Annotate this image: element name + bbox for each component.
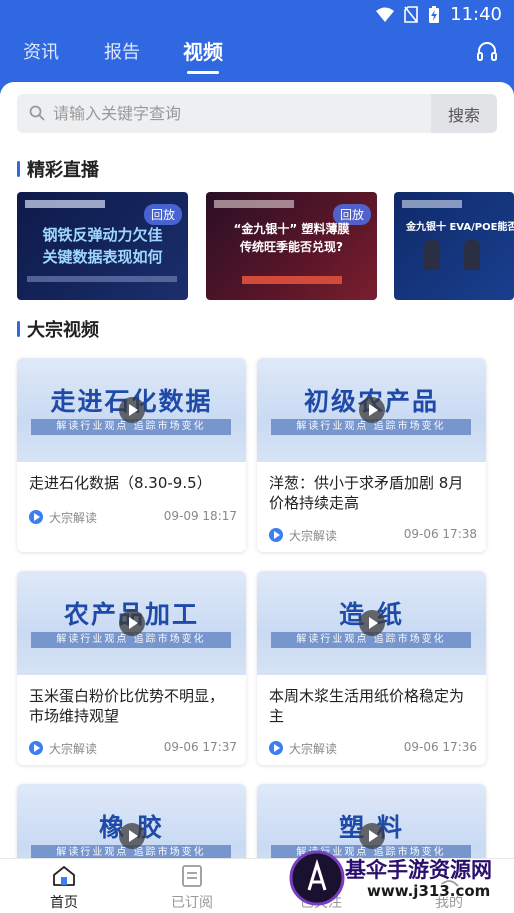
no-sim-icon bbox=[404, 6, 418, 23]
live-card[interactable]: 回放 钢铁反弹动力欠佳 关键数据表现如何 bbox=[17, 192, 188, 300]
video-time: 09-09 18:17 bbox=[163, 509, 237, 523]
section-videos-label: 大宗视频 bbox=[27, 320, 99, 341]
tab-videos[interactable]: 视频 bbox=[183, 36, 223, 65]
search-button[interactable]: 搜索 bbox=[431, 94, 497, 133]
battery-charging-icon bbox=[429, 5, 440, 23]
live-card-footer bbox=[242, 276, 342, 284]
video-source-icon bbox=[29, 741, 43, 755]
video-thumbnail: 橡 胶 解读行业观点 追踪市场变化 bbox=[17, 784, 246, 862]
video-card[interactable]: 造 纸 解读行业观点 追踪市场变化 本周木浆生活用纸价格稳定为主 大宗解读 09… bbox=[257, 571, 486, 765]
search-input[interactable] bbox=[53, 94, 443, 133]
video-source: 大宗解读 bbox=[49, 742, 98, 756]
live-carousel[interactable]: 回放 钢铁反弹动力欠佳 关键数据表现如何 回放 “金九银十” 塑料薄膜 传统旺季… bbox=[17, 192, 514, 300]
video-thumbnail: 农产品加工 解读行业观点 追踪市场变化 bbox=[17, 571, 246, 675]
tab-news[interactable]: 资讯 bbox=[23, 38, 59, 64]
video-card[interactable]: 走进石化数据 解读行业观点 追踪市场变化 走进石化数据（8.30-9.5） 大宗… bbox=[17, 358, 246, 552]
live-card-footer bbox=[27, 276, 177, 282]
tab-reports[interactable]: 报告 bbox=[104, 38, 140, 64]
speaker-avatar bbox=[424, 240, 440, 270]
video-thumbnail: 造 纸 解读行业观点 追踪市场变化 bbox=[257, 571, 486, 675]
top-tabs: 资讯 报告 视频 bbox=[0, 34, 514, 78]
watermark-logo-icon bbox=[289, 850, 345, 906]
video-source-icon bbox=[269, 528, 283, 542]
search-icon bbox=[29, 105, 45, 121]
live-card-headline: “金九银十” 塑料薄膜 bbox=[233, 222, 350, 236]
video-time: 09-06 17:38 bbox=[403, 527, 477, 541]
play-icon[interactable] bbox=[119, 610, 145, 636]
search-bar: 搜索 bbox=[17, 94, 497, 133]
video-source: 大宗解读 bbox=[49, 511, 98, 525]
play-icon[interactable] bbox=[359, 610, 385, 636]
video-title: 玉米蛋白粉价比优势不明显，市场维持观望 bbox=[29, 687, 225, 725]
video-title: 洋葱：供小于求矛盾加剧 8月价格持续走高 bbox=[269, 474, 464, 512]
video-time: 09-06 17:37 bbox=[163, 740, 237, 754]
active-tab-indicator bbox=[187, 71, 219, 74]
video-source: 大宗解读 bbox=[289, 529, 338, 543]
play-icon[interactable] bbox=[359, 823, 385, 849]
play-icon[interactable] bbox=[119, 397, 145, 423]
video-thumbnail: 走进石化数据 解读行业观点 追踪市场变化 bbox=[17, 358, 246, 462]
live-card-headline: 钢铁反弹动力欠佳 bbox=[42, 226, 163, 244]
video-title: 走进石化数据（8.30-9.5） bbox=[29, 474, 212, 492]
status-bar: 11:40 bbox=[0, 0, 514, 30]
section-videos-title: 大宗视频 bbox=[17, 317, 99, 341]
live-card-logo bbox=[214, 200, 294, 208]
play-icon[interactable] bbox=[119, 823, 145, 849]
headset-icon[interactable] bbox=[476, 40, 498, 62]
nav-subscribed-label: 已订阅 bbox=[171, 895, 213, 911]
video-card[interactable]: 橡 胶 解读行业观点 追踪市场变化 bbox=[17, 784, 246, 862]
wifi-icon bbox=[376, 7, 395, 22]
live-card-headline: 传统旺季能否兑现? bbox=[240, 240, 343, 254]
live-card[interactable]: 金九银十 EVA/POE能否 bbox=[394, 192, 514, 300]
live-card-logo bbox=[25, 200, 105, 208]
live-card-headline: 关键数据表现如何 bbox=[42, 248, 163, 266]
video-source-icon bbox=[269, 741, 283, 755]
play-icon[interactable] bbox=[359, 397, 385, 423]
video-time: 09-06 17:36 bbox=[403, 740, 477, 754]
video-card[interactable]: 初级农产品 解读行业观点 追踪市场变化 洋葱：供小于求矛盾加剧 8月价格持续走高… bbox=[257, 358, 486, 552]
video-meta: 大宗解读 09-06 17:36 bbox=[269, 740, 477, 756]
live-card-headline: 金九银十 EVA/POE能否 bbox=[406, 222, 514, 233]
video-source-icon bbox=[29, 510, 43, 524]
home-icon bbox=[53, 866, 75, 886]
site-watermark: 基伞手游资源网 www.j313.com bbox=[289, 848, 514, 913]
nav-home-label: 首页 bbox=[50, 895, 78, 911]
nav-subscribed[interactable]: 已订阅 bbox=[152, 859, 232, 913]
video-thumbnail: 初级农产品 解读行业观点 追踪市场变化 bbox=[257, 358, 486, 462]
nav-home[interactable]: 首页 bbox=[24, 859, 104, 913]
video-title: 本周木浆生活用纸价格稳定为主 bbox=[269, 687, 465, 725]
section-live-title: 精彩直播 bbox=[17, 157, 99, 181]
section-live-label: 精彩直播 bbox=[27, 160, 99, 181]
content-sheet: 搜索 精彩直播 回放 钢铁反弹动力欠佳 关键数据表现如何 回放 “金九银十” 塑… bbox=[0, 82, 514, 862]
watermark-url: www.j313.com bbox=[367, 882, 491, 900]
video-meta: 大宗解读 09-06 17:38 bbox=[269, 527, 477, 543]
live-card-logo bbox=[402, 200, 462, 208]
status-time: 11:40 bbox=[450, 4, 502, 25]
video-card[interactable]: 农产品加工 解读行业观点 追踪市场变化 玉米蛋白粉价比优势不明显，市场维持观望 … bbox=[17, 571, 246, 765]
speaker-avatar bbox=[464, 240, 480, 270]
section-accent-bar bbox=[17, 321, 20, 337]
replay-badge: 回放 bbox=[143, 204, 182, 225]
live-card[interactable]: 回放 “金九银十” 塑料薄膜 传统旺季能否兑现? bbox=[206, 192, 377, 300]
document-icon bbox=[182, 865, 202, 887]
video-meta: 大宗解读 09-06 17:37 bbox=[29, 740, 237, 756]
watermark-title: 基伞手游资源网 bbox=[345, 858, 492, 882]
section-accent-bar bbox=[17, 161, 20, 177]
video-source: 大宗解读 bbox=[289, 742, 338, 756]
video-meta: 大宗解读 09-09 18:17 bbox=[29, 509, 237, 525]
